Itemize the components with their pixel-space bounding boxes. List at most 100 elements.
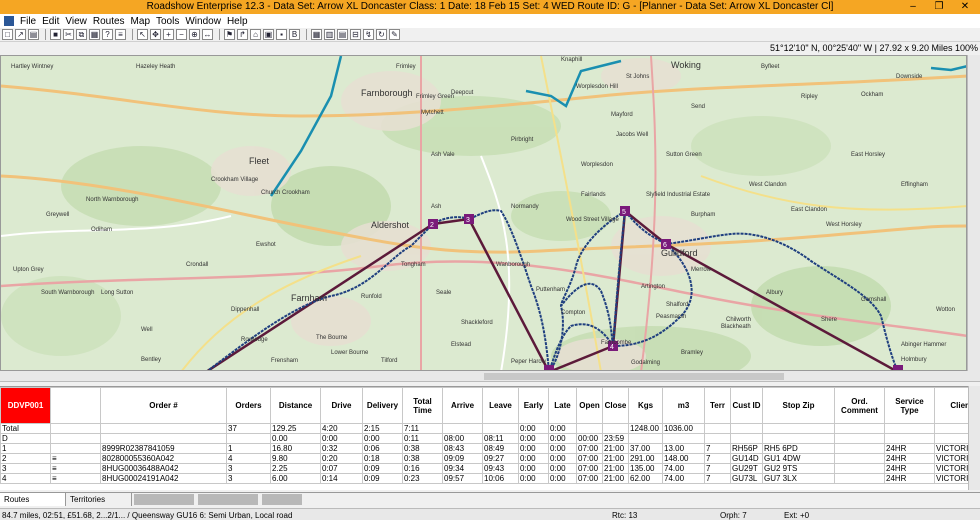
table-cell[interactable]: 21:00 (602, 473, 629, 484)
table-cell[interactable]: RH5 6PD (762, 443, 835, 454)
route-id-header[interactable]: DDVP001 (0, 387, 51, 424)
flag-icon[interactable]: ⚑ (224, 29, 235, 40)
table-cell[interactable]: 0:16 (402, 463, 443, 474)
table-cell[interactable]: 0:00 (320, 433, 363, 444)
table-cell[interactable]: 13.00 (662, 443, 705, 454)
table-cell[interactable] (834, 453, 885, 464)
column-header[interactable]: Total Time (402, 387, 443, 424)
table-cell[interactable]: 0:00 (518, 453, 549, 464)
table-cell[interactable]: 10:06 (482, 473, 519, 484)
table-cell[interactable]: 74.00 (662, 463, 705, 474)
menu-tools[interactable]: Tools (156, 16, 185, 27)
table-cell[interactable]: 7 (704, 443, 731, 454)
print-icon[interactable]: ▤ (28, 29, 39, 40)
table-cell[interactable]: 74.00 (662, 473, 705, 484)
column-header[interactable]: Arrive (442, 387, 483, 424)
table-cell[interactable] (50, 423, 101, 434)
table-cell[interactable] (730, 423, 763, 434)
table-cell[interactable]: 7:11 (402, 423, 443, 434)
table-cell[interactable]: 07:00 (576, 453, 603, 464)
table-cell[interactable]: 0:09 (362, 473, 403, 484)
table-cell[interactable] (884, 423, 935, 434)
tab-territories[interactable]: Territories (66, 493, 132, 506)
table-cell[interactable] (442, 423, 483, 434)
table-cell[interactable]: 24HR (884, 463, 935, 474)
table-cell[interactable]: 291.00 (628, 453, 663, 464)
table-cell[interactable]: 16.80 (270, 443, 321, 454)
table-cell[interactable]: 129.25 (270, 423, 321, 434)
column-header[interactable]: Order # (100, 387, 227, 424)
column-header[interactable]: Leave (482, 387, 519, 424)
table-cell[interactable]: 0:00 (548, 443, 577, 454)
table-cell[interactable] (226, 433, 271, 444)
table-cell[interactable] (662, 433, 705, 444)
table-cell[interactable]: 09:34 (442, 463, 483, 474)
table-cell[interactable]: 8999R02387841059 (100, 443, 227, 454)
table-cell[interactable]: 0:14 (320, 473, 363, 484)
table-cell[interactable]: 62.00 (628, 473, 663, 484)
table-cell[interactable]: 7 (704, 453, 731, 464)
table-cell[interactable]: 7 (704, 463, 731, 474)
open-icon[interactable]: ↗ (15, 29, 26, 40)
cut-icon[interactable]: ✂ (63, 29, 74, 40)
column-header[interactable]: Early (518, 387, 549, 424)
pointer-icon[interactable]: ↖ (137, 29, 148, 40)
column-header[interactable]: Distance (270, 387, 321, 424)
map-vertical-scrollbar[interactable] (967, 55, 980, 371)
table-cell[interactable]: 0:00 (518, 463, 549, 474)
menu-window[interactable]: Window (185, 16, 227, 27)
table-cell[interactable]: 09:27 (482, 453, 519, 464)
table-cell[interactable]: 23:59 (602, 433, 629, 444)
table-cell[interactable]: GU29T (730, 463, 763, 474)
table-cell[interactable]: 21:00 (602, 463, 629, 474)
table-cell[interactable]: 148.00 (662, 453, 705, 464)
depot-icon[interactable]: ▣ (263, 29, 274, 40)
route-icon[interactable]: ↱ (237, 29, 248, 40)
table-cell[interactable]: 0:00 (518, 473, 549, 484)
table-cell[interactable]: 802800055360A042 (100, 453, 227, 464)
table-cell[interactable]: 00:00 (576, 433, 603, 444)
table-cell[interactable]: GU73L (730, 473, 763, 484)
table-cell[interactable]: 0:07 (320, 463, 363, 474)
table-cell[interactable] (934, 433, 968, 444)
table-cell[interactable]: VICTORIA PL (934, 443, 968, 454)
table-cell[interactable]: 135.00 (628, 463, 663, 474)
table-cell[interactable] (704, 423, 731, 434)
menu-help[interactable]: Help (227, 16, 254, 27)
table-cell[interactable]: 2:15 (362, 423, 403, 434)
table-cell[interactable]: 0:00 (548, 463, 577, 474)
table-cell[interactable] (834, 423, 885, 434)
table-cell[interactable]: 0:23 (402, 473, 443, 484)
table-cell[interactable]: VICTORIA PL (934, 463, 968, 474)
map-view[interactable]: 2 3 4 5 6 Hartley Wintney Hazeley Heath … (0, 55, 967, 371)
table-cell[interactable]: RH56P (730, 443, 763, 454)
table-cell[interactable]: 07:00 (576, 463, 603, 474)
menu-map[interactable]: Map (131, 16, 156, 27)
report-icon[interactable]: ≡ (115, 29, 126, 40)
table-cell[interactable] (704, 433, 731, 444)
column-header[interactable]: m3 (662, 387, 705, 424)
zoom-fit-icon[interactable]: ⊕ (189, 29, 200, 40)
table-cell[interactable]: VICTORIA PL (934, 453, 968, 464)
draw-icon[interactable]: ✎ (389, 29, 400, 40)
table-cell[interactable]: 24HR (884, 453, 935, 464)
column-header[interactable]: Terr (704, 387, 731, 424)
grid-icon[interactable]: ▦ (311, 29, 322, 40)
copy-icon[interactable]: ⧉ (76, 29, 87, 40)
table-cell[interactable]: GU7 3LX (762, 473, 835, 484)
table-cell[interactable]: 1248.00 (628, 423, 663, 434)
column-header[interactable]: Service Type (884, 387, 935, 424)
table-cell[interactable]: 4:20 (320, 423, 363, 434)
column-header[interactable]: Kgs (628, 387, 663, 424)
table-cell[interactable]: 0:32 (320, 443, 363, 454)
table-cell[interactable]: 09:43 (482, 463, 519, 474)
table-cell[interactable]: 0:00 (548, 473, 577, 484)
table-cell[interactable]: 3 (0, 463, 51, 474)
table-cell[interactable]: 1036.00 (662, 423, 705, 434)
column-header[interactable]: Ord. Comment (834, 387, 885, 424)
table-cell[interactable]: 08:11 (482, 433, 519, 444)
column-header[interactable]: Orders (226, 387, 271, 424)
table-cell[interactable]: 2.25 (270, 463, 321, 474)
sequence-icon[interactable]: ↯ (363, 29, 374, 40)
table-cell[interactable]: 0:38 (402, 453, 443, 464)
